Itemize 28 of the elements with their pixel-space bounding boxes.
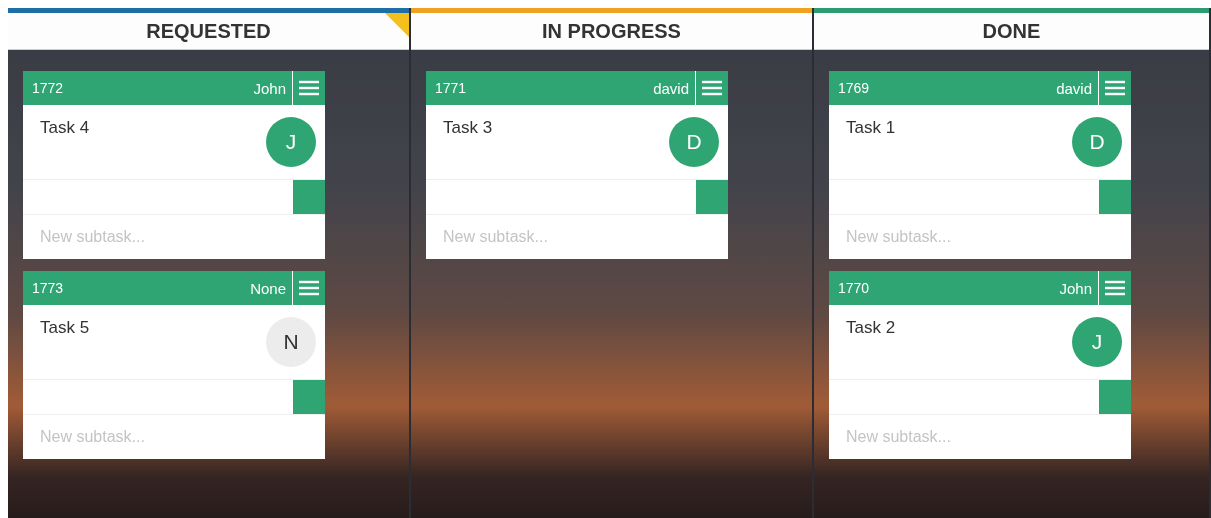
assignee-name: david	[653, 79, 690, 97]
task-title: Task 2	[846, 318, 896, 338]
assignee-name: david	[1056, 79, 1093, 97]
column-title: IN PROGRESS	[542, 19, 681, 43]
avatar-circle: D	[669, 117, 719, 167]
column-title: REQUESTED	[146, 19, 271, 43]
menu-icon	[702, 80, 722, 96]
avatar-circle: D	[1072, 117, 1122, 167]
menu-icon	[1105, 280, 1125, 296]
task-id: 1770	[837, 280, 871, 296]
task-id: 1773	[31, 280, 65, 296]
assignee-name: John	[253, 79, 287, 97]
menu-icon	[1105, 80, 1125, 96]
task-title: Task 3	[443, 118, 493, 138]
menu-icon	[299, 80, 319, 96]
avatar-circle: J	[1072, 317, 1122, 367]
avatar-circle: N	[266, 317, 316, 367]
task-id: 1771	[434, 80, 468, 96]
assignee-name: John	[1059, 279, 1093, 297]
task-title: Task 4	[40, 118, 90, 138]
assignee-name: None	[250, 279, 287, 297]
menu-icon	[299, 280, 319, 296]
task-title: Task 5	[40, 318, 90, 338]
task-id: 1769	[837, 80, 871, 96]
task-title: Task 1	[846, 118, 896, 138]
task-id: 1772	[31, 80, 65, 96]
avatar-circle: J	[266, 117, 316, 167]
column-title: DONE	[982, 19, 1041, 43]
